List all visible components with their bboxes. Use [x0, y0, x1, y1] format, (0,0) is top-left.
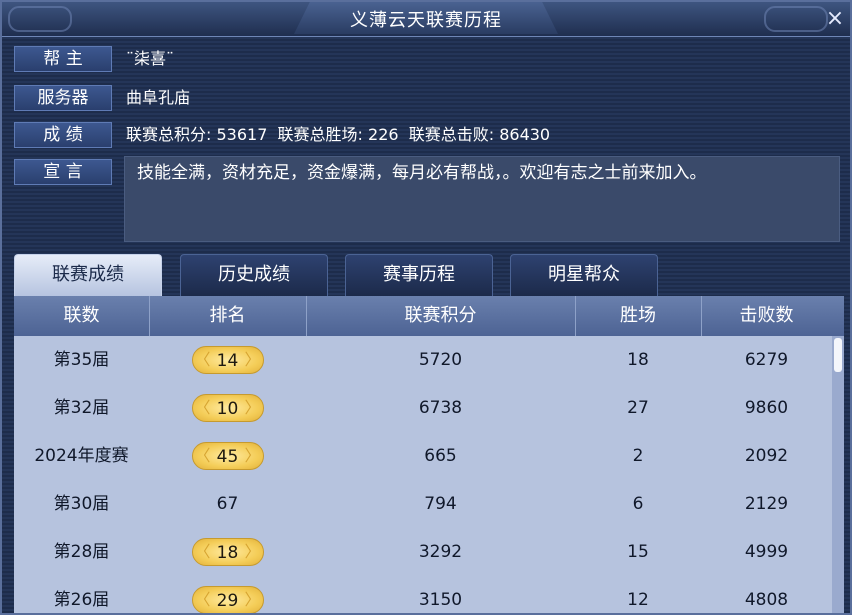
declaration-label: 宣 言 — [14, 159, 112, 185]
declaration-box: 技能全满，资材充足，资金爆满，每月必有帮战，。欢迎有志之士前来加入。 — [124, 156, 840, 242]
tab-league-results[interactable]: 联赛成绩 — [14, 254, 162, 296]
rank-badge: 18 — [191, 538, 264, 566]
cell-points: 6738 — [418, 398, 463, 418]
scrollbar[interactable] — [832, 336, 844, 613]
rank-badge: 14 — [191, 346, 264, 374]
tab-event-history[interactable]: 赛事历程 — [345, 254, 493, 296]
leader-value: ¨柒喜¨ — [126, 49, 175, 68]
cell-kills: 2129 — [744, 494, 789, 514]
scroll-thumb[interactable] — [834, 338, 842, 372]
results-table: 联数 排名 联赛积分 胜场 击败数 第35届 14 5720 18 6279 第32届 10… — [14, 296, 844, 613]
cell-rank: 10 — [149, 384, 306, 432]
score-value: 联赛总积分: 53617 联赛总胜场: 226 联赛总击败: 86430 — [126, 125, 551, 144]
cell-season: 2024年度赛 — [34, 446, 129, 466]
league-history-window: 义薄云天联赛历程 × 帮 主 ¨柒喜¨ 服务器 曲阜孔庙 成 绩 联赛总积分: … — [0, 0, 852, 615]
score-label: 成 绩 — [14, 122, 112, 148]
cell-rank: 45 — [149, 432, 306, 480]
title-bar: 义薄云天联赛历程 × — [2, 2, 850, 37]
cell-kills: 2092 — [744, 446, 789, 466]
cell-wins: 27 — [627, 398, 649, 418]
header-rank: 排名 — [149, 296, 307, 336]
cell-wins: 12 — [627, 590, 649, 610]
cell-rank: 14 — [149, 336, 306, 384]
tab-star-members[interactable]: 明星帮众 — [510, 254, 658, 296]
server-value: 曲阜孔庙 — [126, 88, 191, 107]
table-row[interactable]: 第26届 29 3150 12 4808 — [14, 576, 830, 613]
tab-history-results[interactable]: 历史成绩 — [180, 254, 328, 296]
leader-label: 帮 主 — [14, 46, 112, 72]
cell-kills: 4999 — [744, 542, 789, 562]
header-points: 联赛积分 — [306, 296, 576, 336]
cell-points: 5720 — [418, 350, 463, 370]
cell-season: 第35届 — [53, 350, 110, 370]
cell-points: 794 — [424, 494, 457, 514]
header-wins: 胜场 — [575, 296, 702, 336]
header-season: 联数 — [14, 296, 150, 336]
cell-kills: 9860 — [744, 398, 789, 418]
cell-points: 665 — [424, 446, 457, 466]
cell-season: 第30届 — [53, 494, 110, 514]
cell-rank: 29 — [149, 576, 306, 613]
rank-badge: 10 — [191, 394, 264, 422]
table-row[interactable]: 第30届 67 794 6 2129 — [14, 480, 830, 528]
cell-wins: 2 — [632, 446, 644, 466]
header-kills: 击败数 — [739, 305, 794, 326]
cell-rank: 67 — [216, 494, 239, 514]
rank-badge: 29 — [191, 586, 264, 613]
cloud-ornament-icon — [764, 6, 828, 32]
window-title: 义薄云天联赛历程 — [350, 10, 502, 31]
cloud-ornament-icon — [8, 6, 72, 32]
table-row[interactable]: 第35届 14 5720 18 6279 — [14, 336, 830, 384]
table-header: 联数 排名 联赛积分 胜场 击败数 — [14, 296, 844, 336]
cell-points: 3150 — [418, 590, 463, 610]
cell-wins: 15 — [627, 542, 649, 562]
rank-badge: 45 — [191, 442, 264, 470]
cell-wins: 6 — [632, 494, 644, 514]
cell-wins: 18 — [627, 350, 649, 370]
cell-season: 第28届 — [53, 542, 110, 562]
cell-kills: 6279 — [744, 350, 789, 370]
server-label: 服务器 — [14, 85, 112, 111]
cell-season: 第26届 — [53, 590, 110, 610]
table-row[interactable]: 2024年度赛 45 665 2 2092 — [14, 432, 830, 480]
declaration-text: 技能全满，资材充足，资金爆满，每月必有帮战，。欢迎有志之士前来加入。 — [137, 163, 707, 183]
table-row[interactable]: 第28届 18 3292 15 4999 — [14, 528, 830, 576]
title-plate: 义薄云天联赛历程 — [294, 2, 558, 34]
table-row[interactable]: 第32届 10 6738 27 9860 — [14, 384, 830, 432]
cell-kills: 4808 — [744, 590, 789, 610]
cell-points: 3292 — [418, 542, 463, 562]
cell-rank: 18 — [149, 528, 306, 576]
close-icon[interactable]: × — [822, 6, 848, 32]
cell-season: 第32届 — [53, 398, 110, 418]
